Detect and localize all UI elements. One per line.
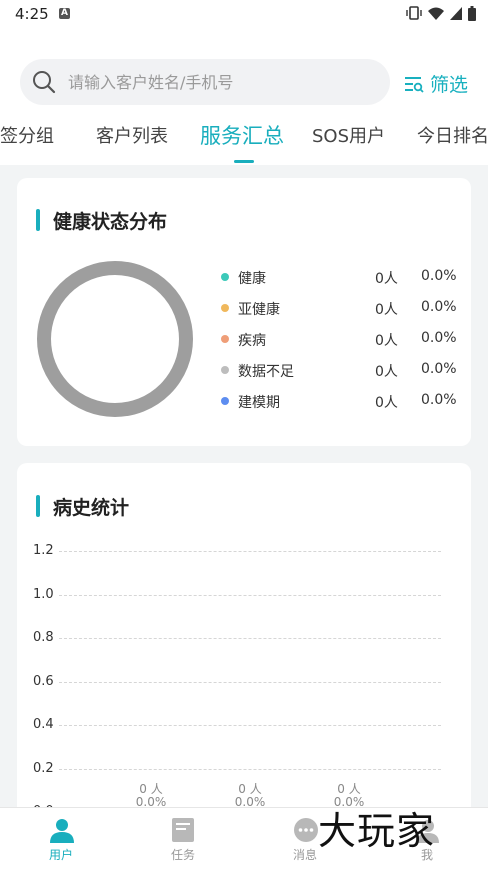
search-bar[interactable]: [20, 59, 390, 105]
tab-today-ranking[interactable]: 今日排名: [417, 122, 488, 148]
active-tab-indicator: [234, 160, 254, 163]
wifi-icon: [428, 7, 444, 20]
legend-item: 建模期 0人 0.0%: [17, 390, 471, 414]
nav-task[interactable]: 任务: [122, 808, 244, 870]
legend-count: 0人: [375, 395, 398, 411]
legend-dot: [221, 304, 229, 312]
tab-service-summary[interactable]: 服务汇总: [200, 120, 284, 150]
tab-bar: 标签分组 客户列表 服务汇总 SOS用户 今日排名: [0, 115, 488, 165]
health-card-title: 健康状态分布: [53, 211, 168, 233]
y-tick-label: 1.0: [33, 586, 54, 602]
signal-icon: [450, 6, 462, 20]
tab-tag-groups[interactable]: 标签分组: [0, 122, 54, 148]
y-tick-label: 0.8: [33, 630, 54, 645]
vibrate-icon: [406, 6, 422, 20]
legend-label: 疾病: [238, 333, 266, 349]
gridline: [59, 551, 441, 552]
bar-data-label: 0 人 0.0%: [121, 783, 181, 809]
title-accent-bar: [36, 495, 40, 517]
gridline: [59, 725, 441, 726]
task-icon: [172, 818, 194, 842]
nav-user-label: 用户: [48, 848, 73, 862]
filter-button[interactable]: 筛选: [404, 70, 468, 97]
y-tick-label: 0.4: [33, 717, 54, 732]
nav-task-label: 任务: [170, 848, 195, 862]
history-card-title: 病史统计: [53, 497, 130, 519]
legend-label: 建模期: [238, 395, 280, 411]
user-icon: [50, 819, 74, 843]
legend-item: 数据不足 0人 0.0%: [17, 359, 471, 383]
y-tick-label: 0.6: [33, 673, 54, 689]
tab-sos-users[interactable]: SOS用户: [312, 122, 385, 148]
health-status-card: 健康状态分布 健康 0人 0.0% 亚健康 0人 0.0% 疾病 0人 0.0% 数据不足 0人 0.…: [17, 178, 471, 446]
legend-count: 0人: [375, 333, 398, 349]
filter-icon: [405, 76, 424, 93]
bar-data-label: 0 人 0.0%: [220, 783, 280, 809]
nav-user[interactable]: 用户: [0, 808, 122, 870]
legend-item: 疾病 0人 0.0%: [17, 328, 471, 352]
gridline: [59, 594, 441, 596]
status-icons: [406, 5, 476, 21]
legend-item: 亚健康 0人 0.0%: [17, 297, 471, 321]
battery-icon: [468, 5, 476, 21]
search-icon: [33, 71, 56, 94]
filter-label: 筛选: [430, 74, 469, 96]
watermark: 大玩家: [318, 809, 436, 853]
legend-percent: 0.0%: [421, 268, 457, 284]
legend-percent: 0.0%: [421, 330, 457, 346]
y-tick-label: 0.2: [33, 760, 54, 776]
gridline: [59, 638, 441, 639]
y-tick-label: 1.2: [33, 543, 54, 558]
search-input[interactable]: [68, 59, 368, 105]
status-time: 4:25: [15, 5, 49, 23]
tab-customer-list[interactable]: 客户列表: [96, 122, 168, 148]
legend-item: 健康 0人 0.0%: [17, 266, 471, 290]
legend-dot: [221, 366, 229, 374]
status-bar: 4:25 A: [0, 0, 488, 28]
gridline: [59, 768, 441, 770]
legend-count: 0人: [375, 302, 398, 318]
legend-label: 健康: [238, 271, 266, 287]
gridline: [59, 681, 441, 683]
message-icon: [294, 818, 318, 842]
legend-label: 数据不足: [238, 364, 294, 380]
legend-percent: 0.0%: [421, 299, 457, 315]
notification-badge: A: [59, 8, 70, 19]
legend-dot: [221, 273, 229, 281]
legend-dot: [221, 397, 229, 405]
title-accent-bar: [36, 209, 40, 231]
legend-percent: 0.0%: [421, 361, 457, 377]
legend-dot: [221, 335, 229, 343]
legend-percent: 0.0%: [421, 392, 457, 408]
legend-count: 0人: [375, 364, 398, 380]
legend-label: 亚健康: [238, 302, 280, 318]
legend-count: 0人: [375, 271, 398, 287]
